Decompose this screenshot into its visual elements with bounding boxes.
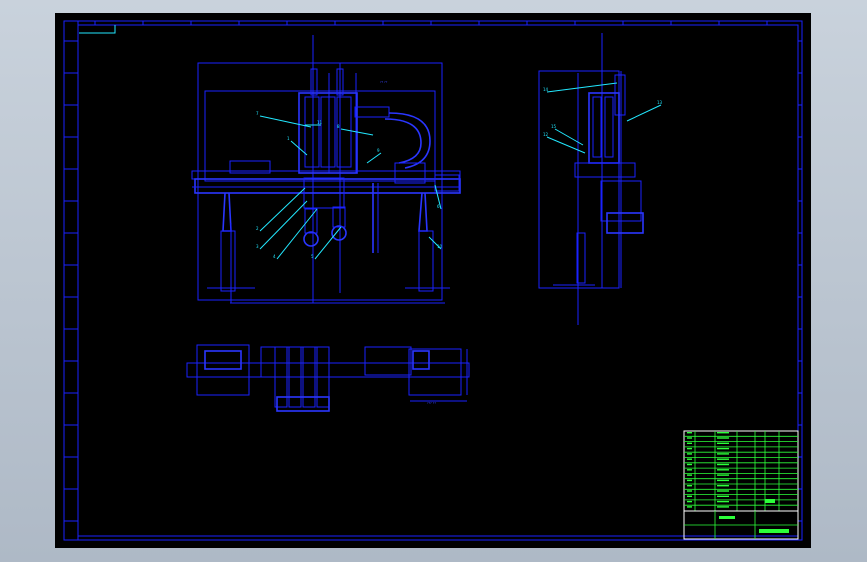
cad-viewport[interactable]: ?? ?? 7 1 8 9 2 3 4 5 6 10 11 14 13 12 15 <box>55 13 811 548</box>
callout-13: 13 <box>626 100 663 122</box>
cad-drawing: ?? ?? 7 1 8 9 2 3 4 5 6 10 11 14 13 1215 ??? ?? <box>63 20 803 541</box>
callout-6: 6 <box>434 184 442 210</box>
callout-10: 10 <box>428 236 443 250</box>
callout-1: 1 <box>287 136 308 156</box>
callout-8: 8 <box>337 124 374 136</box>
svg-text:13: 13 <box>657 100 663 105</box>
svg-text:1: 1 <box>287 136 290 141</box>
front-view: ?? ?? 7 1 8 9 2 3 4 5 6 10 11 <box>191 35 461 304</box>
svg-text:11: 11 <box>317 120 323 125</box>
sheet-inner-frame <box>77 20 803 541</box>
plan-view: ??? ?? <box>186 344 470 412</box>
side-view: 14 13 1215 <box>538 33 663 325</box>
callout-3: 3 <box>256 200 308 250</box>
svg-text:5: 5 <box>311 254 314 259</box>
svg-text:15: 15 <box>551 124 557 129</box>
svg-text:4: 4 <box>273 254 276 259</box>
svg-text:3: 3 <box>256 244 259 249</box>
svg-text:14: 14 <box>543 87 549 92</box>
callout-2: 2 <box>256 187 306 232</box>
svg-text:10: 10 <box>437 244 443 249</box>
svg-text:7: 7 <box>256 111 259 116</box>
title-block <box>683 430 799 540</box>
svg-text:9: 9 <box>377 148 380 153</box>
svg-text:12: 12 <box>543 132 549 137</box>
front-leaders: 7 1 8 9 2 3 4 5 6 10 11 <box>256 111 443 260</box>
callout-14: 14 <box>543 82 618 93</box>
callout-5: 5 <box>311 226 342 260</box>
svg-text:2: 2 <box>256 226 259 231</box>
gripper-assembly <box>303 177 379 253</box>
callout-9: 9 <box>366 148 382 164</box>
callout-4: 4 <box>273 208 318 260</box>
svg-text:??? ??: ??? ?? <box>427 401 436 405</box>
corner-mark <box>79 25 116 34</box>
callout-11: 11 <box>305 120 323 126</box>
callout-7: 7 <box>256 111 312 128</box>
dimension-text: ?? ?? <box>380 80 388 84</box>
